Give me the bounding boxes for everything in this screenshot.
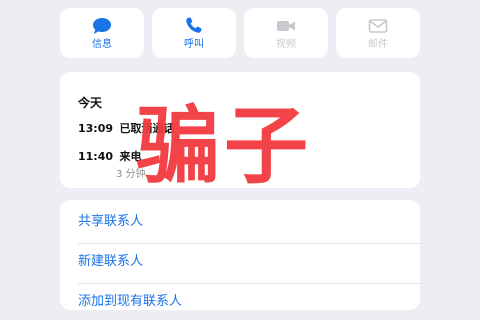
video-icon: [277, 21, 295, 31]
mail-button-label: 邮件: [368, 39, 388, 50]
create-contact-link[interactable]: 新建联系人: [78, 244, 420, 280]
call-time: 13:09: [78, 122, 114, 135]
video-button-label: 视频: [276, 39, 296, 50]
contact-links-card: 共享联系人 新建联系人 添加到现有联系人: [60, 200, 420, 310]
call-time: 11:40: [78, 150, 114, 163]
message-icon: [93, 18, 111, 34]
watermark-text: 骗子: [136, 97, 313, 195]
mail-icon: [368, 19, 388, 33]
call-button[interactable]: 呼叫: [152, 8, 236, 58]
video-button[interactable]: 视频: [244, 8, 328, 58]
contact-action-bar: 信息 呼叫 视频 邮件: [60, 8, 420, 60]
message-button[interactable]: 信息: [60, 8, 144, 58]
call-history-row: 11:40 来电: [78, 148, 142, 164]
history-date-heading: 今天: [78, 96, 103, 110]
add-to-existing-contact-link[interactable]: 添加到现有联系人: [78, 284, 420, 320]
phone-icon: [186, 17, 202, 33]
message-button-label: 信息: [92, 39, 112, 50]
share-contact-link[interactable]: 共享联系人: [78, 204, 420, 240]
contact-detail-screen: 信息 呼叫 视频 邮件 今天 13:09 已取消通话 11:40 来电 3 分钟…: [0, 0, 480, 310]
call-button-label: 呼叫: [184, 39, 204, 50]
mail-button[interactable]: 邮件: [336, 8, 420, 58]
